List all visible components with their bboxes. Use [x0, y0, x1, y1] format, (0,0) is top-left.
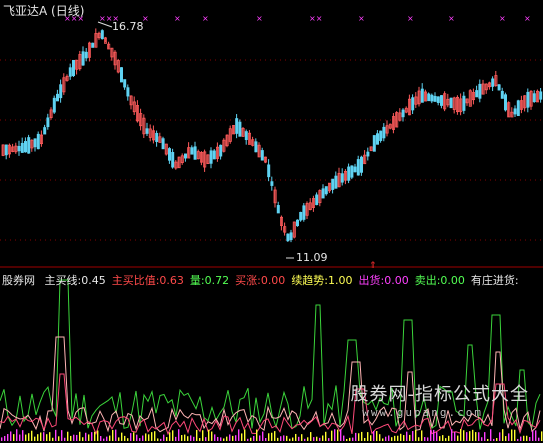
kline-chart[interactable]: ××× ××× × × × × ×× × × × × × ⇑ [0, 0, 543, 443]
indicator-item: 主买比值:0.63 [111, 274, 184, 287]
indicator-source: 股券网 [2, 274, 35, 287]
indicator-item: 出货:0.00 [358, 274, 409, 287]
low-price-label: 11.09 [296, 251, 328, 264]
high-price-label: 16.78 [112, 20, 144, 33]
indicator-item: 有庄进货: [470, 274, 519, 287]
indicator-item: 主买线:0.45 [44, 274, 106, 287]
signal-marker: × [256, 14, 263, 23]
watermark-main: 股券网-指标公式大全 [350, 384, 529, 405]
signal-marker: ×× [309, 14, 322, 23]
watermark-sub: www.gupang.com [362, 406, 483, 419]
up-arrow-icon: ⇑ [369, 261, 377, 271]
indicator-item: 卖出:0.00 [414, 274, 465, 287]
signal-marker: × [499, 14, 506, 23]
indicator-bars [1, 429, 543, 441]
signal-marker: × [448, 14, 455, 23]
price-gridlines [0, 59, 543, 241]
window-title: 飞亚达A (日线) [3, 4, 85, 18]
signal-marker: × [524, 14, 531, 23]
signal-marker: × [174, 14, 181, 23]
indicator-values: 主买线:0.45 主买比值:0.63 量:0.72 买涨:0.00 续趋势:1.00 出货… [45, 274, 525, 287]
indicator-item: 买涨:0.00 [235, 274, 286, 287]
signal-marker: × [407, 14, 414, 23]
signal-marker: × [358, 14, 365, 23]
indicator-legend: 股券网 主买线:0.45 主买比值:0.63 量:0.72 买涨:0.00 续趋势:1.… [2, 272, 531, 288]
indicator-item: 续趋势:1.00 [291, 274, 353, 287]
indicator-item: 量:0.72 [189, 274, 230, 287]
signal-marker: × [202, 14, 209, 23]
